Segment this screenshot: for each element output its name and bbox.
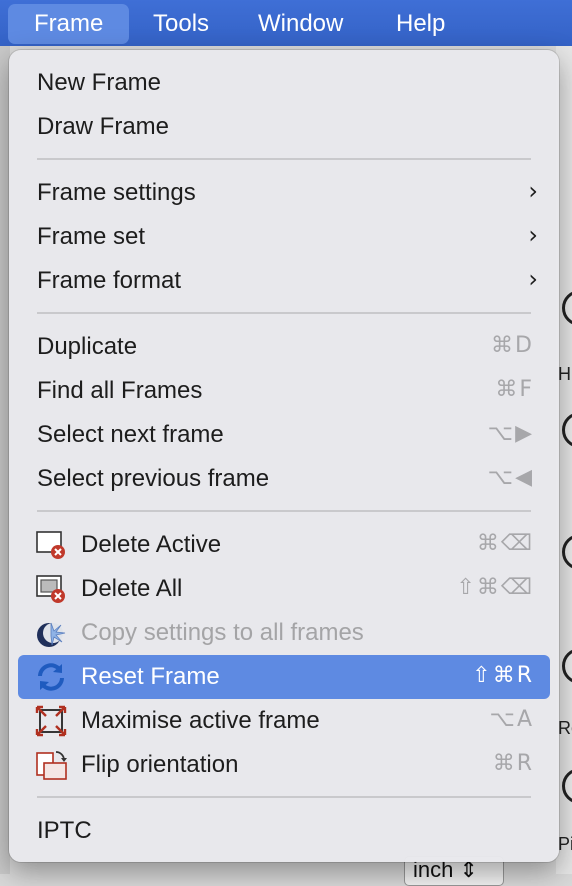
background-label: Pi	[558, 834, 572, 854]
menu-item-delete-all[interactable]: Delete All ⇧⌘⌫	[18, 567, 550, 611]
delete-all-icon	[36, 575, 65, 603]
menu-item-frame-set[interactable]: Frame set ›	[18, 215, 550, 259]
menu-item-find-all-frames[interactable]: Find all Frames ⌘F	[18, 369, 550, 413]
menu-item-label: Maximise active frame	[81, 707, 320, 734]
background-label: H	[558, 364, 571, 384]
menu-item-label: Frame settings	[37, 179, 196, 206]
frame-menu: New Frame Draw Frame Frame settings › Fr…	[9, 50, 559, 862]
menu-item-shortcut: ⌘F	[495, 377, 534, 402]
menu-item-select-next-frame[interactable]: Select next frame ⌥▶	[18, 413, 550, 457]
menu-item-label: New Frame	[37, 69, 162, 96]
delete-active-icon	[36, 531, 65, 559]
chevron-right-icon: ›	[528, 177, 538, 205]
menu-item-flip-orientation[interactable]: Flip orientation ⌘R	[18, 743, 550, 787]
menu-item-shortcut: ⇧⌘R	[472, 663, 534, 688]
menu-item-shortcut: ⇧⌘⌫	[456, 575, 534, 600]
menu-item-label: Select next frame	[37, 421, 224, 448]
maximise-icon	[35, 705, 67, 737]
menu-item-label: Copy settings to all frames	[81, 619, 364, 646]
reset-icon	[38, 663, 64, 691]
menubar: Frame Tools Window Help	[0, 0, 572, 46]
menu-item-frame-format[interactable]: Frame format ›	[18, 259, 550, 303]
flip-orientation-icon	[36, 751, 67, 780]
menu-item-label: IPTC	[37, 817, 92, 844]
menu-item-select-previous-frame[interactable]: Select previous frame ⌥◀	[18, 457, 550, 501]
menu-item-new-frame[interactable]: New Frame	[18, 61, 550, 105]
menu-item-shortcut: ⌘D	[491, 333, 534, 358]
menubar-tools[interactable]: Tools	[149, 4, 213, 44]
menu-separator	[37, 510, 531, 512]
menu-item-label: Frame set	[37, 223, 146, 250]
menu-item-frame-settings[interactable]: Frame settings ›	[18, 171, 550, 215]
menu-item-reset-frame[interactable]: Reset Frame ⇧⌘R	[18, 655, 550, 699]
menu-item-delete-active[interactable]: Delete Active ⌘⌫	[18, 523, 550, 567]
menu-item-shortcut: ⌘R	[492, 751, 534, 776]
menu-separator	[37, 796, 531, 798]
menu-item-label: Flip orientation	[81, 751, 239, 778]
menu-item-label: Delete All	[81, 575, 183, 602]
menu-item-draw-frame[interactable]: Draw Frame	[18, 105, 550, 149]
menu-item-shortcut: ⌥▶	[487, 421, 534, 446]
menu-separator	[37, 158, 531, 160]
menu-item-shortcut: ⌘⌫	[476, 531, 534, 556]
menu-item-label: Delete Active	[81, 531, 222, 558]
menu-item-maximise-active-frame[interactable]: Maximise active frame ⌥A	[18, 699, 550, 743]
menu-separator	[37, 312, 531, 314]
menu-item-iptc[interactable]: IPTC	[18, 809, 550, 853]
chevron-right-icon: ›	[528, 221, 538, 249]
menubar-frame[interactable]: Frame	[8, 4, 130, 44]
menubar-help[interactable]: Help	[392, 4, 449, 44]
menu-item-label: Find all Frames	[37, 377, 203, 404]
menubar-window[interactable]: Window	[254, 4, 347, 44]
menu-item-shortcut: ⌥A	[489, 707, 534, 732]
menu-item-label: Select previous frame	[37, 465, 270, 492]
background-label: Ro	[558, 718, 572, 738]
menu-item-label: Draw Frame	[37, 113, 170, 140]
menu-item-duplicate[interactable]: Duplicate ⌘D	[18, 325, 550, 369]
chevron-right-icon: ›	[528, 265, 538, 293]
copy-settings-icon	[37, 622, 66, 647]
menu-item-label: Duplicate	[37, 333, 138, 360]
menu-item-shortcut: ⌥◀	[487, 465, 534, 490]
menu-item-label: Frame format	[37, 267, 182, 294]
menu-item-copy-settings: Copy settings to all frames	[18, 611, 550, 655]
menu-item-label: Reset Frame	[81, 663, 220, 690]
